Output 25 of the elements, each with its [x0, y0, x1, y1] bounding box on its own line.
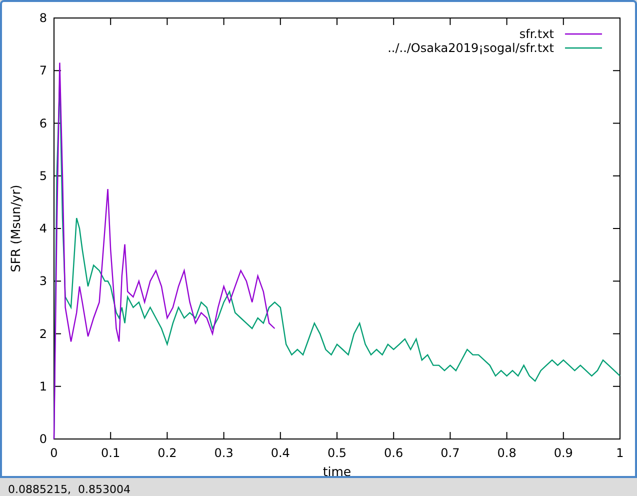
tick-label: 1: [616, 446, 624, 460]
tick-label: 8: [39, 11, 47, 25]
cursor-coordinates: 0.0885215, 0.853004: [8, 483, 130, 496]
tick-label: 0.7: [440, 446, 460, 460]
tick-label: 0.9: [554, 446, 573, 460]
tick-label: 5: [39, 168, 47, 183]
tick-label: 0.5: [327, 446, 347, 460]
tick-label: 0.3: [214, 446, 234, 460]
tick-label: 0.2: [158, 446, 177, 460]
axis-title: SFR (Msun/yr): [8, 184, 23, 272]
tick-label: 0.6: [384, 446, 404, 460]
tick-label: 1: [39, 379, 47, 394]
tick-label: 0.8: [497, 446, 516, 460]
tick-label: 7: [39, 64, 47, 78]
legend-label: ../../Osaka2019¡sogal/sfr.txt: [388, 41, 554, 55]
tick-label: 2: [39, 326, 47, 341]
tick-label: 3: [39, 274, 47, 288]
legend-label: sfr.txt: [519, 27, 554, 41]
axis-title: time: [322, 464, 352, 476]
tick-label: 0.4: [270, 446, 290, 460]
tick-label: 0: [50, 446, 58, 460]
tick-label: 0: [39, 432, 47, 446]
tick-label: 0.1: [101, 446, 120, 460]
tick-label: 4: [39, 222, 47, 236]
tick-label: 6: [39, 116, 47, 130]
